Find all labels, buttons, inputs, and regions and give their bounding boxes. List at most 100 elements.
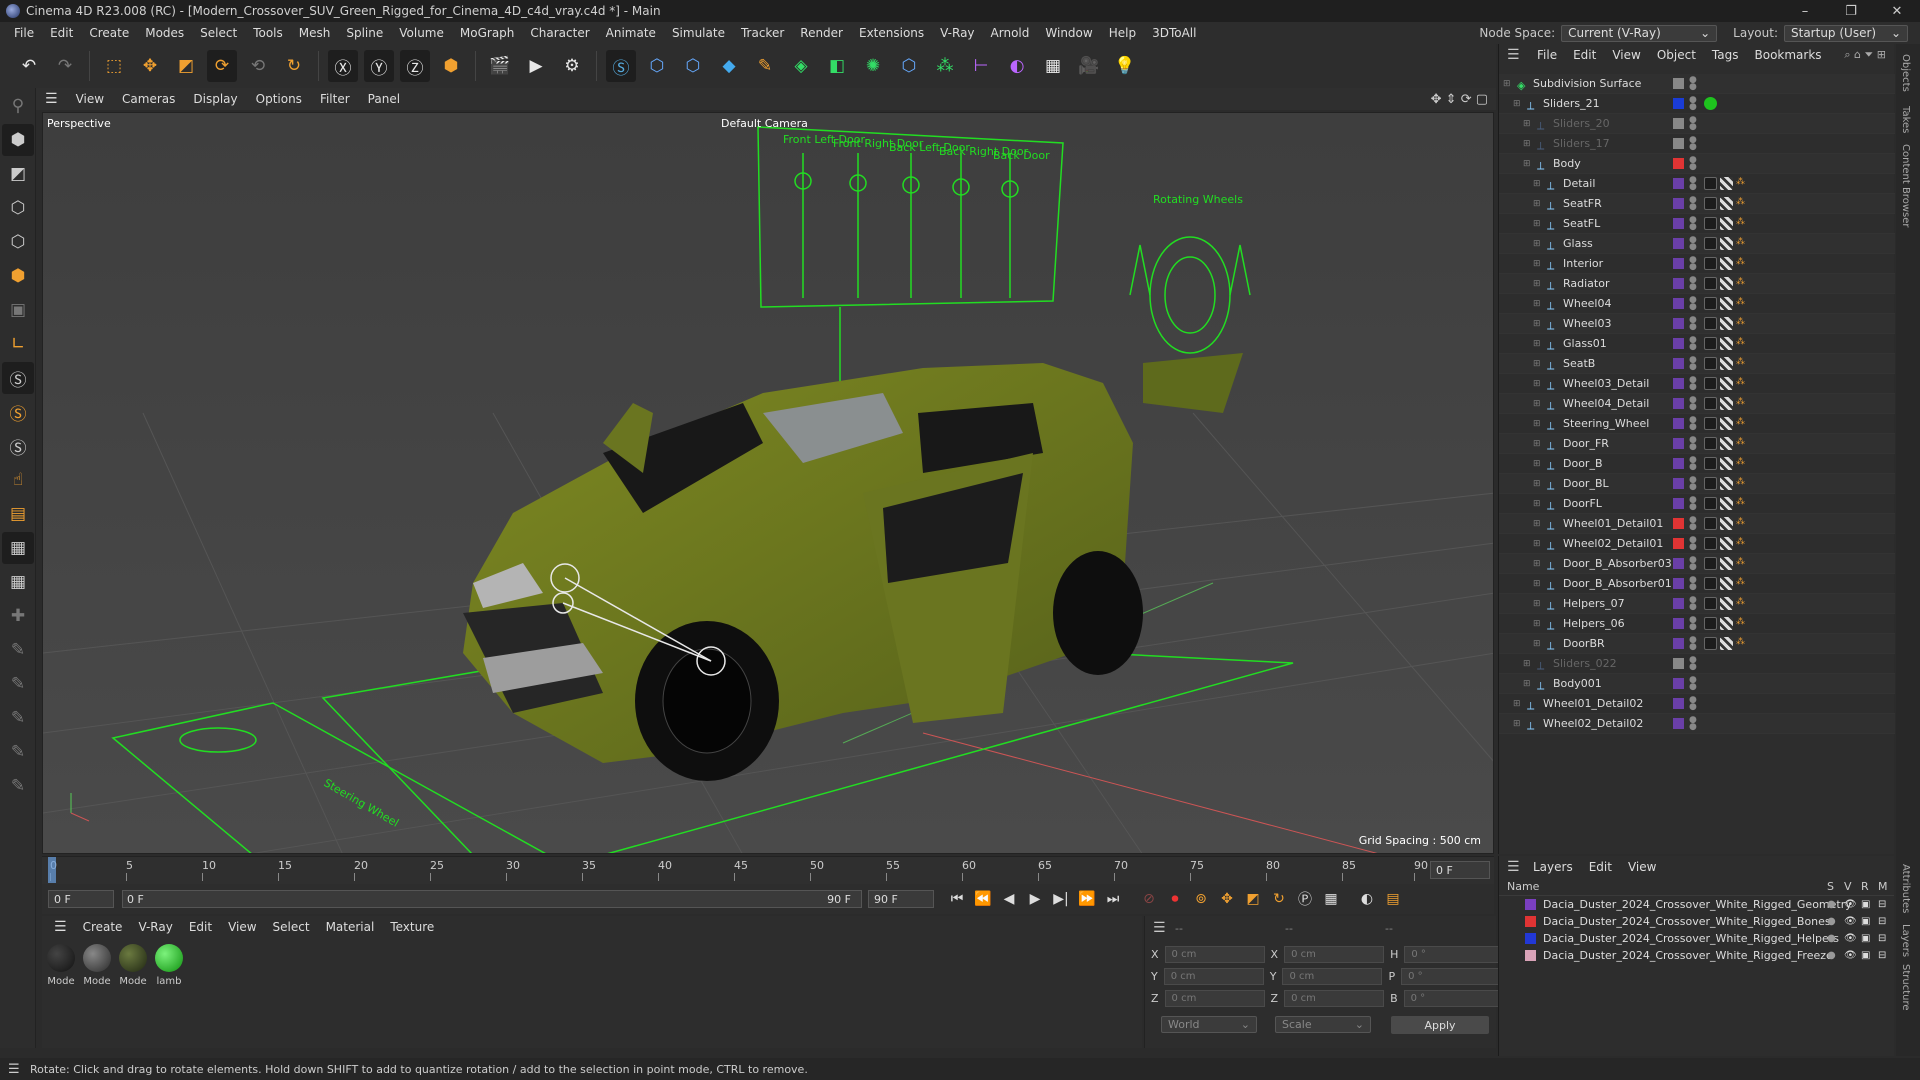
object-menu-tags[interactable]: Tags	[1704, 48, 1747, 62]
selection-tag-icon[interactable]: ⁂	[1736, 257, 1749, 270]
object-row[interactable]: ⊞ ⟂ Interior ● ● ⁂	[1499, 254, 1895, 274]
layer-color-swatch[interactable]	[1673, 278, 1684, 289]
object-row[interactable]: ⊞ ⟂ Wheel03 ● ● ⁂	[1499, 314, 1895, 334]
layer-color-swatch[interactable]	[1673, 78, 1684, 89]
expand-toggle-icon[interactable]: ⊞	[1533, 279, 1543, 289]
visibility-dots-icon[interactable]: ● ●	[1689, 695, 1697, 711]
layer-color-swatch[interactable]	[1673, 138, 1684, 149]
expand-toggle-icon[interactable]: ⊞	[1533, 299, 1543, 309]
layer-row[interactable]: Dacia_Duster_2024_Crossover_White_Rigged…	[1499, 947, 1894, 964]
selection-tag-icon[interactable]: ⁂	[1736, 177, 1749, 190]
layer-color-swatch[interactable]	[1673, 658, 1684, 669]
layer-menu-toggle-icon[interactable]: ☰	[1507, 859, 1520, 875]
selection-tag-icon[interactable]: ⁂	[1736, 557, 1749, 570]
layer-color-swatch[interactable]	[1673, 558, 1684, 569]
texture-tag-icon[interactable]	[1720, 577, 1733, 590]
solo-toggle-icon[interactable]: ●	[1827, 916, 1838, 927]
deformer-icon[interactable]: ⊢	[966, 50, 996, 82]
coordinate-mode-dropdown[interactable]: World ⌄	[1161, 1016, 1257, 1033]
object-row[interactable]: ⊞ ⟂ Body001 ● ●	[1499, 674, 1895, 694]
tweak-mode-icon[interactable]: ☝	[2, 464, 34, 496]
selection-tag-icon[interactable]: ⁂	[1736, 357, 1749, 370]
go-to-end-icon[interactable]: ⏭	[1100, 887, 1126, 911]
object-row[interactable]: ⊞ ⟂ Door_FR ● ● ⁂	[1499, 434, 1895, 454]
object-row[interactable]: ⊞ ⟂ Helpers_07 ● ● ⁂	[1499, 594, 1895, 614]
material-menu-view[interactable]: View	[220, 920, 264, 934]
selection-tag-icon[interactable]: ⁂	[1736, 437, 1749, 450]
uv-mode-icon[interactable]: ▣	[2, 294, 34, 326]
subdivision-icon[interactable]: ◈	[786, 50, 816, 82]
model-mode-icon[interactable]: ⬢	[2, 124, 34, 156]
object-row[interactable]: ⊞ ⟂ Wheel01_Detail01 ● ● ⁂	[1499, 514, 1895, 534]
size-y-field[interactable]: 0 cm	[1282, 968, 1383, 985]
expand-toggle-icon[interactable]: ⊞	[1523, 139, 1533, 149]
visibility-dots-icon[interactable]: ● ●	[1689, 455, 1697, 471]
expand-toggle-icon[interactable]: ⊞	[1533, 379, 1543, 389]
selection-tag-icon[interactable]: ⁂	[1736, 397, 1749, 410]
expand-toggle-icon[interactable]: ⊞	[1503, 79, 1513, 89]
render-settings-icon[interactable]: ⚙	[557, 50, 587, 82]
object-row[interactable]: ⊞ ⟂ Wheel01_Detail02 ● ●	[1499, 694, 1895, 714]
expand-toggle-icon[interactable]: ⊞	[1533, 539, 1543, 549]
selection-tag-icon[interactable]: ⁂	[1736, 317, 1749, 330]
texture-tag-icon[interactable]	[1720, 537, 1733, 550]
expand-toggle-icon[interactable]: ⊞	[1523, 119, 1533, 129]
z-axis-lock-icon[interactable]: Ⓩ	[400, 50, 430, 82]
object-row[interactable]: ⊞ ⟂ Glass01 ● ● ⁂	[1499, 334, 1895, 354]
material-menu-edit[interactable]: Edit	[181, 920, 220, 934]
maximize-button[interactable]: ❐	[1828, 0, 1874, 22]
texture-tag-icon[interactable]	[1720, 337, 1733, 350]
visibility-dots-icon[interactable]: ● ●	[1689, 555, 1697, 571]
manager-toggle-icon[interactable]: ⊟	[1878, 899, 1889, 910]
selection-tag-icon[interactable]: ⁂	[1736, 337, 1749, 350]
material-tag-icon[interactable]	[1704, 617, 1717, 630]
selection-tag-icon[interactable]: ⁂	[1736, 217, 1749, 230]
expand-toggle-icon[interactable]: ⊞	[1533, 199, 1543, 209]
key-rotation-icon[interactable]: ↻	[1266, 887, 1292, 911]
material-menu-vray[interactable]: V-Ray	[130, 920, 180, 934]
layer-menu-edit[interactable]: Edit	[1581, 860, 1620, 874]
field-icon[interactable]: ◐	[1002, 50, 1032, 82]
size-mode-dropdown[interactable]: Scale ⌄	[1275, 1016, 1371, 1033]
visibility-dots-icon[interactable]: ● ●	[1689, 595, 1697, 611]
texture-tag-icon[interactable]	[1720, 317, 1733, 330]
side-tab-content-browser[interactable]: Content Browser	[1900, 144, 1911, 227]
object-row[interactable]: ⊞ ⟂ DoorFL ● ● ⁂	[1499, 494, 1895, 514]
selection-tag-icon[interactable]: ⁂	[1736, 537, 1749, 550]
layer-color-swatch[interactable]	[1525, 916, 1536, 927]
visibility-dots-icon[interactable]: ● ●	[1689, 675, 1697, 691]
selection-tag-icon[interactable]: ⁂	[1736, 457, 1749, 470]
material-tag-icon[interactable]	[1704, 257, 1717, 270]
texture-tag-icon[interactable]	[1720, 297, 1733, 310]
layer-color-swatch[interactable]	[1673, 718, 1684, 729]
menu-edit[interactable]: Edit	[42, 26, 81, 40]
polygons-mode-icon[interactable]: ⬢	[2, 260, 34, 292]
object-row[interactable]: ⊞ ⟂ DoorBR ● ● ⁂	[1499, 634, 1895, 654]
viewport-navigation-icons[interactable]: ✥ ⇕ ⟳ ▢	[1431, 92, 1488, 107]
locked-workplane-icon[interactable]: ▦	[2, 566, 34, 598]
visibility-dots-icon[interactable]: ● ●	[1689, 135, 1697, 151]
layer-color-swatch[interactable]	[1673, 158, 1684, 169]
expand-toggle-icon[interactable]: ⊞	[1533, 599, 1543, 609]
menu-spline[interactable]: Spline	[338, 26, 391, 40]
side-tab-structure[interactable]: Structure	[1900, 964, 1911, 1011]
layer-color-swatch[interactable]	[1673, 578, 1684, 589]
render-toggle-icon[interactable]: ▣	[1861, 916, 1872, 927]
menu-mesh[interactable]: Mesh	[291, 26, 339, 40]
menu-simulate[interactable]: Simulate	[664, 26, 733, 40]
viewport-menu-options[interactable]: Options	[247, 92, 311, 106]
expand-toggle-icon[interactable]: ⊞	[1533, 179, 1543, 189]
texture-tag-icon[interactable]	[1720, 277, 1733, 290]
expand-toggle-icon[interactable]: ⊞	[1533, 479, 1543, 489]
layer-color-swatch[interactable]	[1673, 338, 1684, 349]
material-tag-icon[interactable]	[1704, 457, 1717, 470]
visibility-dots-icon[interactable]: ● ●	[1689, 195, 1697, 211]
side-tab-takes[interactable]: Takes	[1900, 106, 1911, 133]
layer-color-swatch[interactable]	[1673, 298, 1684, 309]
camera-icon[interactable]: 🎥	[1074, 50, 1104, 82]
layer-color-swatch[interactable]	[1673, 538, 1684, 549]
viewport-menu-toggle-icon[interactable]: ☰	[36, 91, 67, 107]
layer-color-swatch[interactable]	[1673, 638, 1684, 649]
material-menu-material[interactable]: Material	[318, 920, 383, 934]
view-toggle-icon[interactable]: 👁	[1844, 933, 1857, 944]
